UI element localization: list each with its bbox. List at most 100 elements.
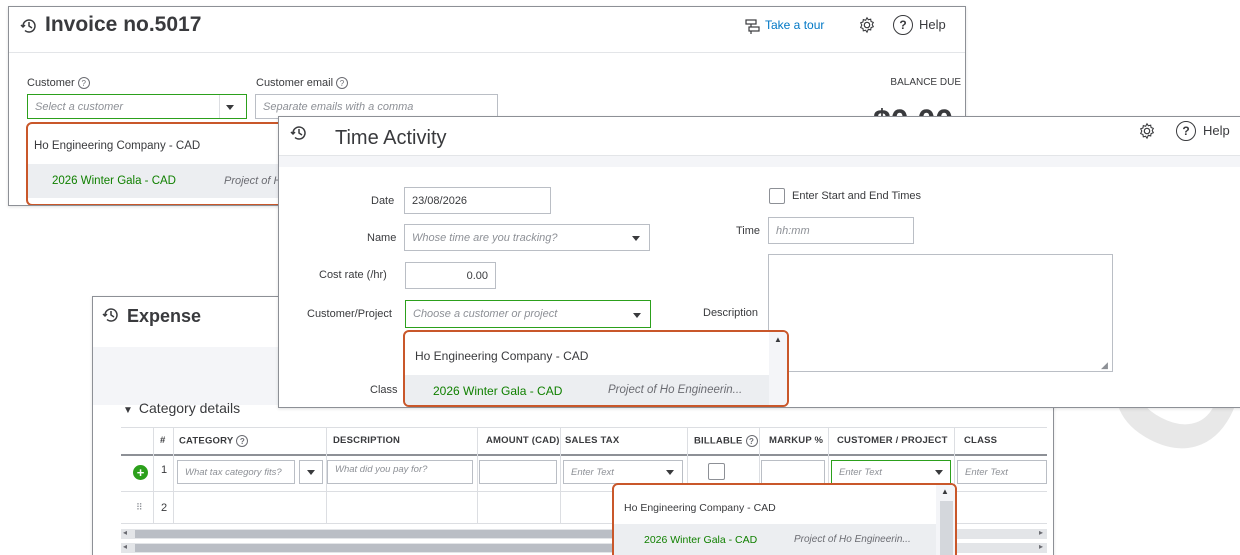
cost-rate-label: Cost rate (/hr) [319, 269, 387, 281]
date-input[interactable]: 23/08/2026 [404, 187, 551, 214]
help-icon[interactable]: ? [893, 15, 913, 35]
customer-label: Customer? [27, 77, 90, 90]
help-icon[interactable]: ? [1176, 121, 1196, 141]
gear-icon[interactable] [1138, 122, 1156, 140]
scroll-up-icon[interactable]: ▲ [941, 487, 949, 496]
dropdown-item-child-sub: Project of Ho Engineerin... [794, 534, 911, 545]
category-details-label: Category details [138, 400, 241, 416]
customer-help-icon[interactable]: ? [77, 77, 90, 90]
customer-email-placeholder: Separate emails with a comma [263, 100, 414, 113]
drag-handle-icon[interactable]: ⠿ [136, 502, 143, 513]
chevron-down-icon[interactable] [935, 470, 943, 475]
dropdown-scrollbar-thumb[interactable] [940, 501, 953, 555]
col-billable: BILLABLE? [694, 435, 758, 447]
category-details-toggle[interactable]: ▼ Category details [123, 400, 240, 416]
customer-select[interactable]: Select a customer [27, 94, 247, 119]
horizontal-scrollbar-thumb[interactable] [135, 530, 615, 538]
scroll-left-icon[interactable]: ◂ [123, 528, 127, 537]
col-number: # [160, 435, 166, 446]
cost-rate-value: 0.00 [466, 269, 488, 282]
billable-help-icon[interactable]: ? [745, 435, 758, 447]
col-line [326, 428, 327, 524]
name-select[interactable]: Whose time are you tracking? [404, 224, 650, 251]
customer-project-select[interactable]: Enter Text [831, 460, 951, 484]
history-icon[interactable] [101, 305, 121, 325]
cost-rate-input[interactable]: 0.00 [405, 262, 496, 289]
time-label: Time [736, 225, 761, 237]
history-icon[interactable] [289, 123, 309, 143]
amount-input[interactable] [479, 460, 557, 484]
table-header-border [121, 454, 1047, 456]
description-placeholder: What did you pay for? [335, 464, 428, 475]
class-input[interactable]: Enter Text [957, 460, 1047, 484]
gear-icon[interactable] [858, 16, 876, 34]
start-end-label: Enter Start and End Times [792, 190, 922, 202]
start-end-checkbox[interactable] [769, 188, 785, 204]
col-description: DESCRIPTION [333, 435, 401, 446]
dropdown-item-child-label: 2026 Winter Gala - CAD [644, 534, 758, 546]
invoice-title: Invoice no.5017 [45, 13, 202, 36]
time-placeholder: hh:mm [776, 224, 810, 237]
time-customer-dropdown: Ho Engineering Company - CAD 2026 Winter… [403, 330, 789, 407]
scroll-right-icon[interactable]: ▸ [1039, 528, 1043, 537]
scroll-up-icon[interactable]: ▲ [774, 335, 782, 344]
scroll-right-icon[interactable]: ▸ [1039, 542, 1043, 551]
chevron-down-icon[interactable] [307, 470, 315, 475]
chevron-down-icon[interactable] [633, 313, 641, 318]
col-amount: AMOUNT (CAD) [486, 435, 560, 446]
chevron-down-icon[interactable] [632, 236, 640, 241]
col-customer-project: CUSTOMER / PROJECT [837, 435, 948, 446]
category-placeholder: What tax category fits? [185, 466, 282, 478]
col-category: CATEGORY? [179, 435, 249, 447]
history-icon[interactable] [19, 16, 39, 36]
add-line-icon[interactable]: + [133, 465, 148, 480]
dropdown-item-parent[interactable]: Ho Engineering Company - CAD [624, 502, 776, 514]
take-tour-link[interactable]: Take a tour [765, 18, 824, 32]
description-input[interactable]: What did you pay for? [327, 460, 473, 484]
row-number: 1 [161, 464, 168, 476]
category-input[interactable]: What tax category fits? [177, 460, 295, 484]
screenshot-stage: ONLY Invoice no.5017 Take a tour ? Help … [0, 0, 1240, 555]
customer-placeholder: Select a customer [35, 100, 124, 113]
sales-tax-placeholder: Enter Text [571, 466, 614, 478]
help-link[interactable]: Help [1203, 123, 1230, 138]
name-label: Name [367, 232, 397, 244]
billable-checkbox[interactable] [708, 463, 725, 480]
table-top-border [121, 427, 1047, 428]
customer-project-label: Customer/Project [307, 308, 392, 320]
time-activity-title: Time Activity [335, 127, 447, 149]
class-label: Class [370, 384, 398, 396]
customer-email-label: Customer email? [256, 77, 349, 90]
time-input[interactable]: hh:mm [768, 217, 914, 244]
scroll-left-icon[interactable]: ◂ [123, 542, 127, 551]
time-activity-header-divider [279, 155, 1240, 156]
dropdown-item-parent[interactable]: Ho Engineering Company - CAD [415, 349, 588, 363]
customer-project-placeholder: Enter Text [839, 466, 882, 478]
sales-tax-select[interactable]: Enter Text [563, 460, 683, 484]
col-line [560, 428, 561, 524]
horizontal-scrollbar-thumb[interactable] [135, 544, 615, 552]
invoice-header-divider [9, 52, 965, 53]
select-divider [219, 95, 220, 118]
balance-due-label: BALANCE DUE [890, 77, 961, 88]
tour-icon[interactable] [744, 18, 760, 34]
category-help-icon[interactable]: ? [236, 435, 249, 447]
customer-project-placeholder: Choose a customer or project [413, 308, 558, 320]
expense-title: Expense [127, 306, 202, 326]
chevron-down-icon[interactable] [226, 105, 234, 110]
email-help-icon[interactable]: ? [336, 77, 349, 90]
date-value: 23/08/2026 [412, 194, 468, 207]
expense-customer-dropdown: Ho Engineering Company - CAD 2026 Winter… [612, 483, 957, 555]
time-activity-header-band [279, 155, 1240, 167]
description-textarea[interactable] [768, 254, 1113, 372]
help-link[interactable]: Help [919, 17, 946, 32]
col-markup: MARKUP % [769, 435, 824, 446]
chevron-down-icon[interactable] [666, 470, 674, 475]
class-placeholder: Enter Text [965, 466, 1008, 478]
dropdown-item-child-label: 2026 Winter Gala - CAD [433, 384, 563, 398]
resize-handle-icon[interactable]: ◢ [1101, 360, 1108, 371]
markup-input[interactable] [761, 460, 825, 484]
customer-project-select[interactable]: Choose a customer or project [405, 300, 651, 328]
dropdown-item-parent[interactable]: Ho Engineering Company - CAD [34, 140, 200, 152]
col-line [173, 428, 174, 524]
